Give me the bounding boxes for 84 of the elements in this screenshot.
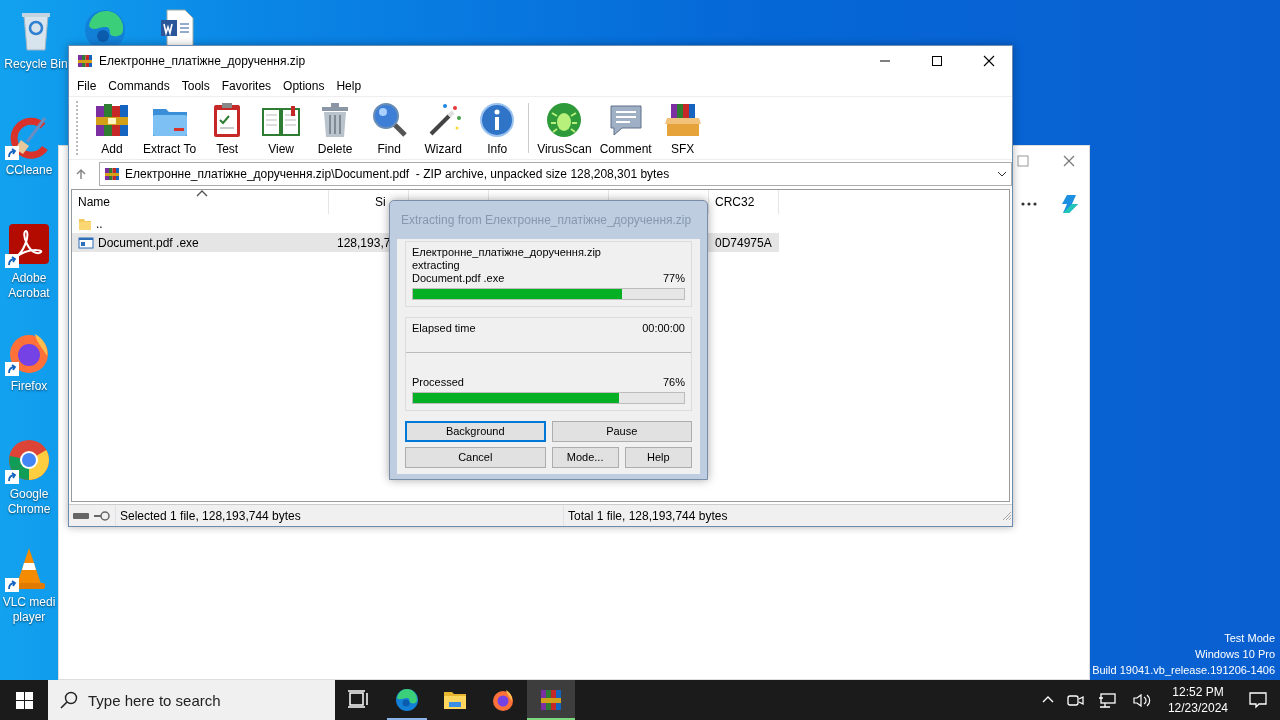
status-text: Total 1 file, 128,193,744 bytes [568,507,728,525]
icon-label: Adobe Acrobat [7,271,51,301]
field-label: Processed [412,376,464,389]
status-text: Selected 1 file, 128,193,744 bytes [120,507,301,525]
dialog-button[interactable]: Mode... [551,447,619,468]
toolbar-button[interactable]: Add [85,100,139,156]
system-notice-text: Test Mode [1223,631,1275,646]
toolbar-button[interactable]: Delete [308,100,363,156]
speech-bubble-icon [1248,691,1268,709]
window-title: Електронне_платіжне_доручення.zip [99,53,306,70]
elapsed-time: 00:00:00 [642,322,685,335]
window-file-icon [78,235,94,250]
shortcut-arrow-icon [5,146,19,160]
column-header[interactable]: Name [72,190,329,214]
shortcut-arrow-icon [5,254,19,268]
dialog-button[interactable]: Cancel [405,447,546,468]
toolbar-button[interactable]: Test [200,100,255,156]
close-icon[interactable] [1063,155,1075,167]
windows-logo-icon [15,691,33,709]
system-notice-text: Windows 10 Pro [1193,647,1275,662]
menu-item[interactable]: Options [277,77,331,95]
toolbar-button[interactable]: Wizard [416,100,471,156]
maximize-icon [931,55,943,67]
crc-value: 0D74975A [715,234,772,252]
sort-caret-icon [196,190,208,197]
search-field[interactable]: Type here to search [48,680,335,720]
file-name: Document.pdf .exe [412,272,505,285]
shortcut-arrow-icon [5,578,19,592]
toolbar-button[interactable]: View [254,100,309,156]
key-icon [93,510,111,521]
percent-text: 77% [662,272,685,285]
more-icon[interactable] [1021,202,1037,206]
dialog-button[interactable]: Help [624,447,692,468]
file-entry[interactable]: Document.pdf .exe [72,233,329,252]
shortcut-arrow-icon [5,470,19,484]
clock-time[interactable]: 12:52 PM [1167,684,1228,700]
dialog-title: Extracting from Електронне_платіжне_доручення.zip [400,212,693,229]
icon-label: Firefox [10,379,48,394]
file-size: 128,193,7 [337,234,391,252]
shortcut-arrow-icon [5,362,19,376]
field-label: Elapsed time [412,322,476,335]
toolbar-button[interactable]: VirusScan [533,100,596,156]
toolbar-button[interactable]: SFX [655,100,710,156]
menu-item[interactable]: Favorites [215,77,278,95]
toolbar-button[interactable]: Info [470,100,525,156]
resize-grip-icon [1002,510,1012,521]
archive-books-icon [539,688,563,712]
file-name: .. [96,215,103,233]
column-header[interactable]: CRC32 [709,190,779,214]
system-notice-text: Build 19041.vb_release.191206-1406 [1092,663,1275,678]
column-title: Name [78,194,110,211]
file-name: Document.pdf .exe [98,234,199,252]
menu-item[interactable]: Help [330,77,368,95]
drive-icon [73,511,89,520]
archive-name: Електронне_платіжне_доручення.zip [412,246,602,259]
column-title: Si [375,194,386,211]
toolbar-button[interactable]: Find [362,100,417,156]
up-arrow-icon [75,168,87,181]
icon-label: CCleane [5,163,53,178]
edge-icon [395,688,419,712]
percent-text: 76% [662,376,685,389]
column-title: CRC32 [715,194,755,211]
file-entry[interactable]: .. [72,214,329,233]
dialog-button[interactable]: Background [405,421,546,442]
menu-item[interactable]: Commands [102,77,176,95]
dialog-button[interactable]: Pause [551,421,692,442]
toolbar-button[interactable]: Comment [595,100,656,156]
firefox-icon [491,688,515,712]
icon-label: Recycle Bin [4,57,68,72]
icon-label: Google Chrome [6,487,52,517]
archive-books-icon [104,165,120,182]
menu-item[interactable]: File [71,77,103,95]
icon-label: VLC medi player [1,595,57,625]
action-text: extracting [412,259,461,272]
menu-item[interactable]: Tools [175,77,216,95]
archive-books-icon [77,53,93,69]
taskbar-app[interactable] [527,680,575,720]
search-icon [60,691,78,709]
dropdown-caret-icon [997,170,1007,177]
close-icon [983,55,995,67]
clock-date[interactable]: 12/23/2024 [1167,700,1228,716]
folder-icon [78,216,92,231]
address-combobox[interactable]: Електронне_платіжне_доручення.zip\Document.pdf - ZIP archive, unpacked size 128,208,301 bytes [99,161,1012,186]
toolbar-button[interactable]: Extract To [139,100,201,156]
